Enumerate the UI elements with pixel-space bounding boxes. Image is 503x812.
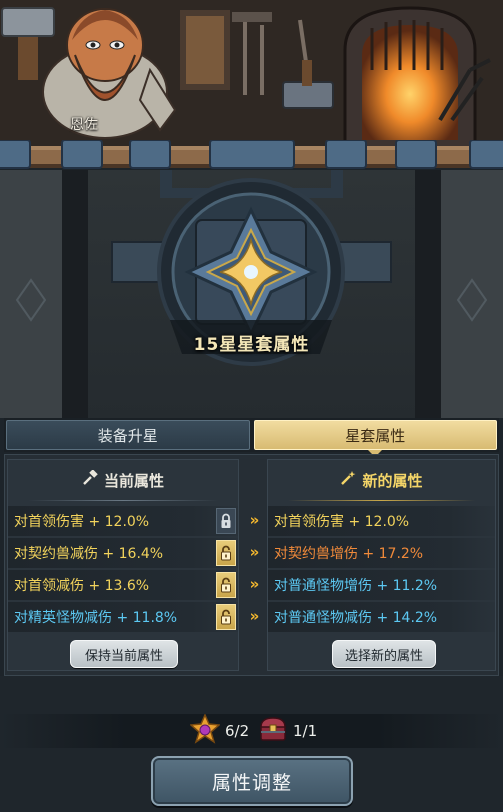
- adjust-attributes-button[interactable]: 属性调整: [151, 756, 353, 806]
- attribute-text: 对契约兽增伤 + 17.2%: [274, 546, 424, 562]
- lock-open-icon[interactable]: [216, 572, 236, 598]
- attribute-text: 对普通怪物增伤 + 11.2%: [274, 578, 438, 594]
- new-attribute-row: 对契约兽增伤 + 17.2%: [268, 538, 495, 568]
- cost-treasure-chest: 1/1: [258, 716, 317, 746]
- current-attribute-row: 对契约兽减伤 + 16.4%: [8, 538, 238, 568]
- new-attributes-panel: 新的属性 对首领伤害 + 12.0% 对契约兽增伤 + 17.2% 对普通怪物增…: [267, 459, 496, 671]
- arrow-right-icon: »: [249, 543, 260, 561]
- header-divider: [288, 500, 475, 501]
- current-attributes-list: 对首领伤害 + 12.0% 对契约兽减伤 + 16.4% 对首领减伤 + 13.…: [8, 506, 238, 634]
- attribute-text: 对普通怪物减伤 + 14.2%: [274, 610, 438, 626]
- select-new-attributes-button[interactable]: 选择新的属性: [332, 640, 436, 668]
- new-attribute-row: 对首领伤害 + 12.0%: [268, 506, 495, 536]
- arrow-right-icon: »: [249, 607, 260, 625]
- lock-open-icon[interactable]: [216, 604, 236, 630]
- attribute-text: 对首领伤害 + 12.0%: [274, 514, 410, 530]
- wooden-shelf: [0, 140, 503, 169]
- star-set-emblem: [0, 170, 503, 418]
- tab-star-set-attributes-label: 星套属性: [345, 426, 406, 445]
- attribute-text: 对首领减伤 + 13.6%: [14, 578, 150, 594]
- arrow-right-icon: »: [249, 511, 260, 529]
- attribute-text: 对精英怪物减伤 + 11.8%: [14, 610, 178, 626]
- new-attribute-row: 对普通怪物增伤 + 11.2%: [268, 570, 495, 600]
- attribute-text: 对首领伤害 + 12.0%: [14, 514, 150, 530]
- lock-open-icon[interactable]: [216, 540, 236, 566]
- npc-name: 恩佐: [70, 117, 98, 133]
- current-attribute-row: 对首领伤害 + 12.0%: [8, 506, 238, 536]
- attribute-text: 对契约兽减伤 + 16.4%: [14, 546, 164, 562]
- new-attributes-heading: 新的属性: [362, 471, 423, 490]
- current-attribute-row: 对首领减伤 + 13.6%: [8, 570, 238, 600]
- cost-star-stone: 6/2: [189, 713, 250, 748]
- current-attributes-heading: 当前属性: [103, 471, 164, 490]
- sparkle-wand-icon: [340, 470, 356, 490]
- arrow-right-icon: »: [249, 575, 260, 593]
- tab-bar: 装备升星 星套属性: [4, 418, 499, 457]
- current-attributes-header: 当前属性: [8, 460, 238, 500]
- star-stone-amount: 6/2: [225, 722, 250, 740]
- star-set-title: 15星星套属性: [193, 335, 310, 355]
- keep-current-attributes-button[interactable]: 保持当前属性: [70, 640, 178, 668]
- tab-equipment-upgrade[interactable]: 装备升星: [6, 420, 250, 450]
- new-attributes-list: 对首领伤害 + 12.0% 对契约兽增伤 + 17.2% 对普通怪物增伤 + 1…: [268, 506, 495, 634]
- cost-strip: [0, 714, 503, 748]
- star-set-emblem-area: [0, 170, 503, 418]
- forge-scene: 恩佐: [0, 0, 503, 150]
- treasure-chest-icon: [258, 715, 288, 747]
- attribute-panels: 当前属性 对首领伤害 + 12.0% 对契约兽减伤 + 16.4% 对首领减伤 …: [4, 454, 499, 676]
- hammer-icon: [82, 469, 98, 490]
- new-attribute-row: 对普通怪物减伤 + 14.2%: [268, 602, 495, 632]
- header-divider: [28, 500, 218, 501]
- current-attributes-panel: 当前属性 对首领伤害 + 12.0% 对契约兽减伤 + 16.4% 对首领减伤 …: [7, 459, 239, 671]
- tab-equipment-upgrade-label: 装备升星: [97, 426, 158, 445]
- lock-closed-icon[interactable]: [216, 508, 236, 534]
- star-stone-icon: [189, 713, 221, 748]
- treasure-chest-amount: 1/1: [293, 722, 318, 740]
- new-attributes-header: 新的属性: [268, 460, 495, 500]
- tab-star-set-attributes[interactable]: 星套属性: [253, 420, 497, 457]
- current-attribute-row: 对精英怪物减伤 + 11.8%: [8, 602, 238, 632]
